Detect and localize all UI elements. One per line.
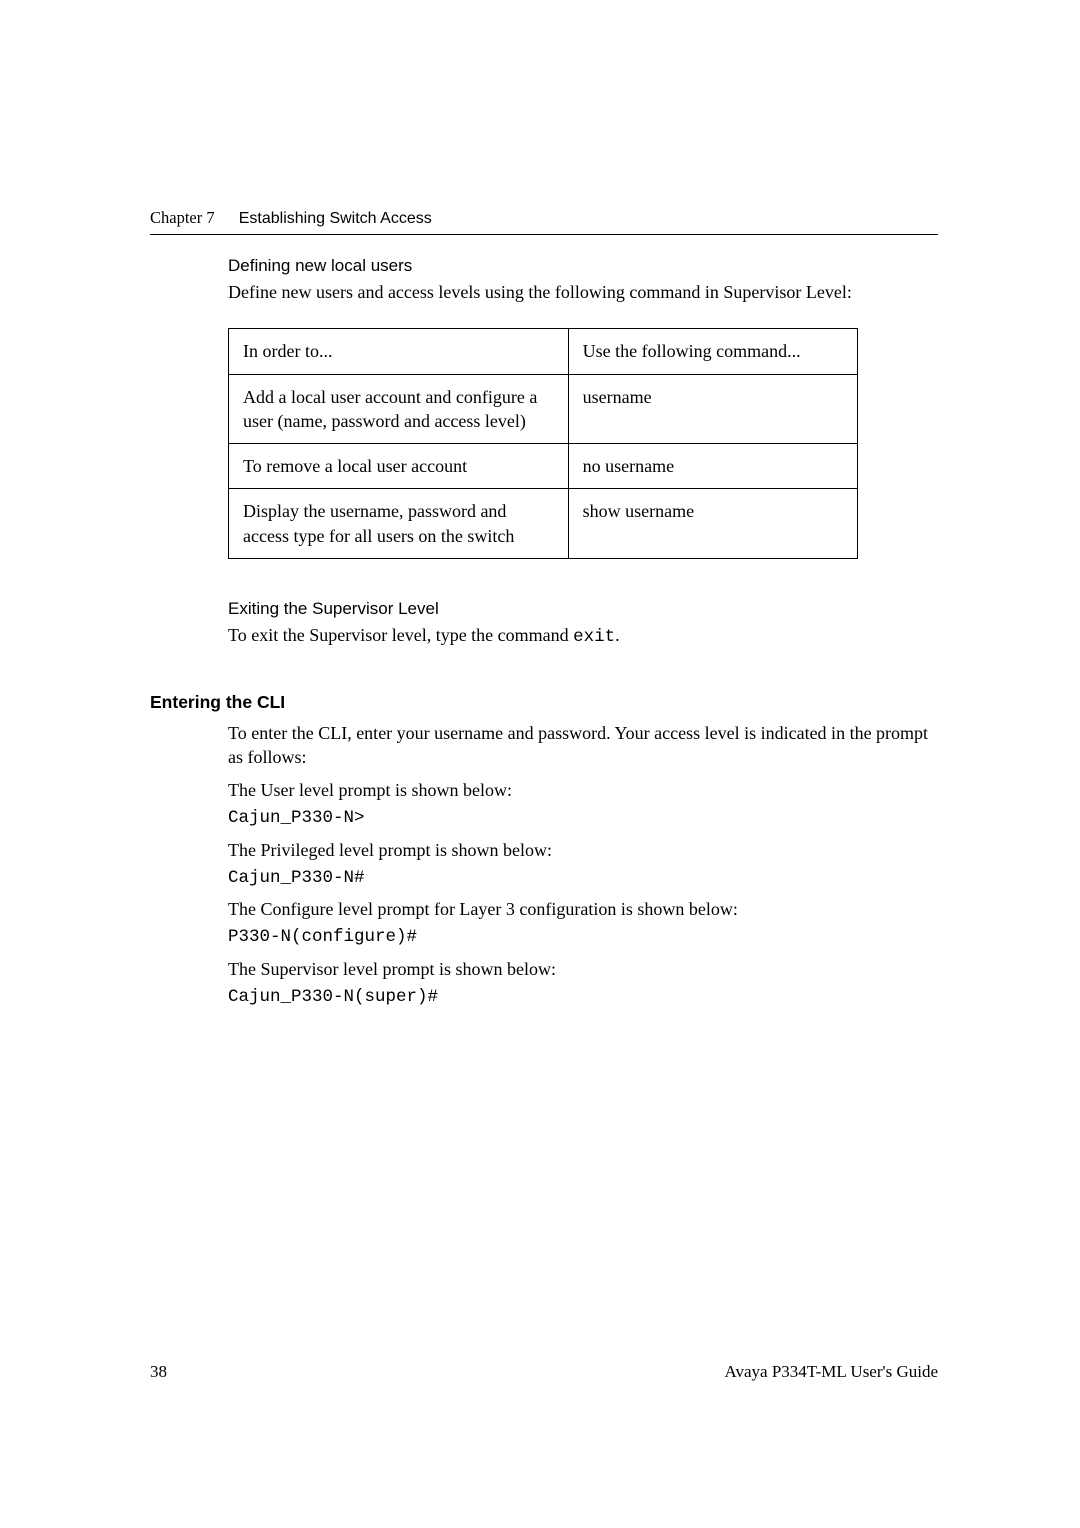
inline-command: exit <box>573 627 615 647</box>
table-row: Add a local user account and configure a… <box>229 374 858 444</box>
table-header-action: In order to... <box>229 329 569 374</box>
prompt-privileged: Cajun_P330-N# <box>228 866 938 891</box>
page-header: Chapter 7 Establishing Switch Access <box>150 208 432 228</box>
prompt-supervisor: Cajun_P330-N(super)# <box>228 985 938 1010</box>
table-row: Display the username, password and acces… <box>229 489 858 559</box>
page-content: Defining new local users Define new user… <box>150 256 938 1015</box>
subsection-heading-defining-users: Defining new local users <box>228 256 938 276</box>
section-heading-entering-cli: Entering the CLI <box>150 692 938 713</box>
page-number: 38 <box>150 1362 167 1382</box>
header-rule <box>150 234 938 235</box>
prompt-label: The Privileged level prompt is shown bel… <box>228 837 938 864</box>
text-prefix: To exit the Supervisor level, type the c… <box>228 625 573 645</box>
table-cell-action: Display the username, password and acces… <box>229 489 569 559</box>
prompt-user: Cajun_P330-N> <box>228 806 938 831</box>
body-text-exit: To exit the Supervisor level, type the c… <box>228 623 938 650</box>
table-row: To remove a local user account no userna… <box>229 444 858 489</box>
table-cell-action: To remove a local user account <box>229 444 569 489</box>
chapter-label: Chapter 7 <box>150 208 215 227</box>
prompt-label: The User level prompt is shown below: <box>228 777 938 804</box>
text-suffix: . <box>615 625 620 645</box>
command-table: In order to... Use the following command… <box>228 328 858 559</box>
subsection-heading-exiting-supervisor: Exiting the Supervisor Level <box>228 599 938 619</box>
table-header-command: Use the following command... <box>568 329 857 374</box>
page-footer: 38 Avaya P334T-ML User's Guide <box>150 1362 938 1382</box>
chapter-title: Establishing Switch Access <box>239 210 432 227</box>
table-header-row: In order to... Use the following command… <box>229 329 858 374</box>
table-cell-command: no username <box>568 444 857 489</box>
prompt-label: The Configure level prompt for Layer 3 c… <box>228 896 938 923</box>
table-cell-command: username <box>568 374 857 444</box>
body-text-intro: Define new users and access levels using… <box>228 280 938 304</box>
table-cell-command: show username <box>568 489 857 559</box>
body-text-cli-intro: To enter the CLI, enter your username an… <box>228 721 938 770</box>
prompt-configure: P330-N(configure)# <box>228 925 938 950</box>
prompt-label: The Supervisor level prompt is shown bel… <box>228 956 938 983</box>
guide-name: Avaya P334T-ML User's Guide <box>725 1362 939 1382</box>
table-cell-action: Add a local user account and configure a… <box>229 374 569 444</box>
